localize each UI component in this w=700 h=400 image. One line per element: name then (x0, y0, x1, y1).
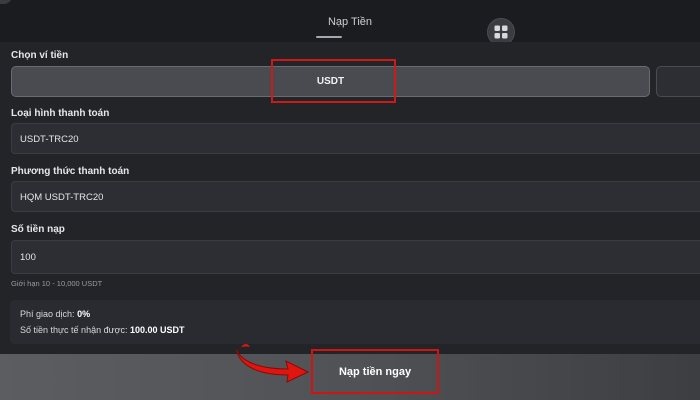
deposit-now-label: Nạp tiền ngay (338, 365, 412, 378)
grid-icon (494, 25, 508, 39)
received-label: Số tiền thực tế nhận được: (20, 325, 128, 335)
payment-method-field[interactable]: HQM USDT-TRC20 (11, 181, 700, 212)
fee-label: Phí giao dịch: (20, 309, 75, 319)
payment-type-value: USDT-TRC20 (20, 134, 79, 145)
back-button[interactable] (0, 0, 12, 4)
header-bar: Nạp Tiền (0, 0, 700, 46)
wallet-highlight-box (271, 59, 396, 103)
amount-input[interactable]: 100 (11, 240, 700, 274)
fee-row: Phí giao dịch: 0% (20, 309, 90, 319)
deposit-now-button[interactable]: Nạp tiền ngay (311, 349, 439, 394)
received-row: Số tiền thực tế nhận được: 100.00 USDT (20, 325, 185, 335)
wallet-option-next[interactable] (656, 66, 700, 97)
payment-method-value: HQM USDT-TRC20 (20, 192, 104, 203)
amount-limit-hint: Giới hạn 10 - 10,000 USDT (11, 279, 103, 288)
fee-value: 0% (77, 309, 91, 319)
wallet-label: Chọn ví tiền (11, 50, 69, 61)
page-title: Nạp Tiền (327, 16, 373, 28)
amount-label: Số tiền nạp (11, 224, 65, 235)
summary-panel: Phí giao dịch: 0% Số tiền thực tế nhận đ… (10, 300, 700, 344)
red-pointer-arrow-icon (235, 344, 310, 383)
payment-method-label: Phương thức thanh toán (11, 166, 130, 177)
payment-type-field[interactable]: USDT-TRC20 (11, 123, 700, 154)
payment-type-label: Loại hình thanh toán (11, 108, 110, 119)
amount-value: 100 (20, 252, 36, 263)
received-value: 100.00 USDT (130, 325, 185, 335)
title-underline (316, 36, 342, 38)
